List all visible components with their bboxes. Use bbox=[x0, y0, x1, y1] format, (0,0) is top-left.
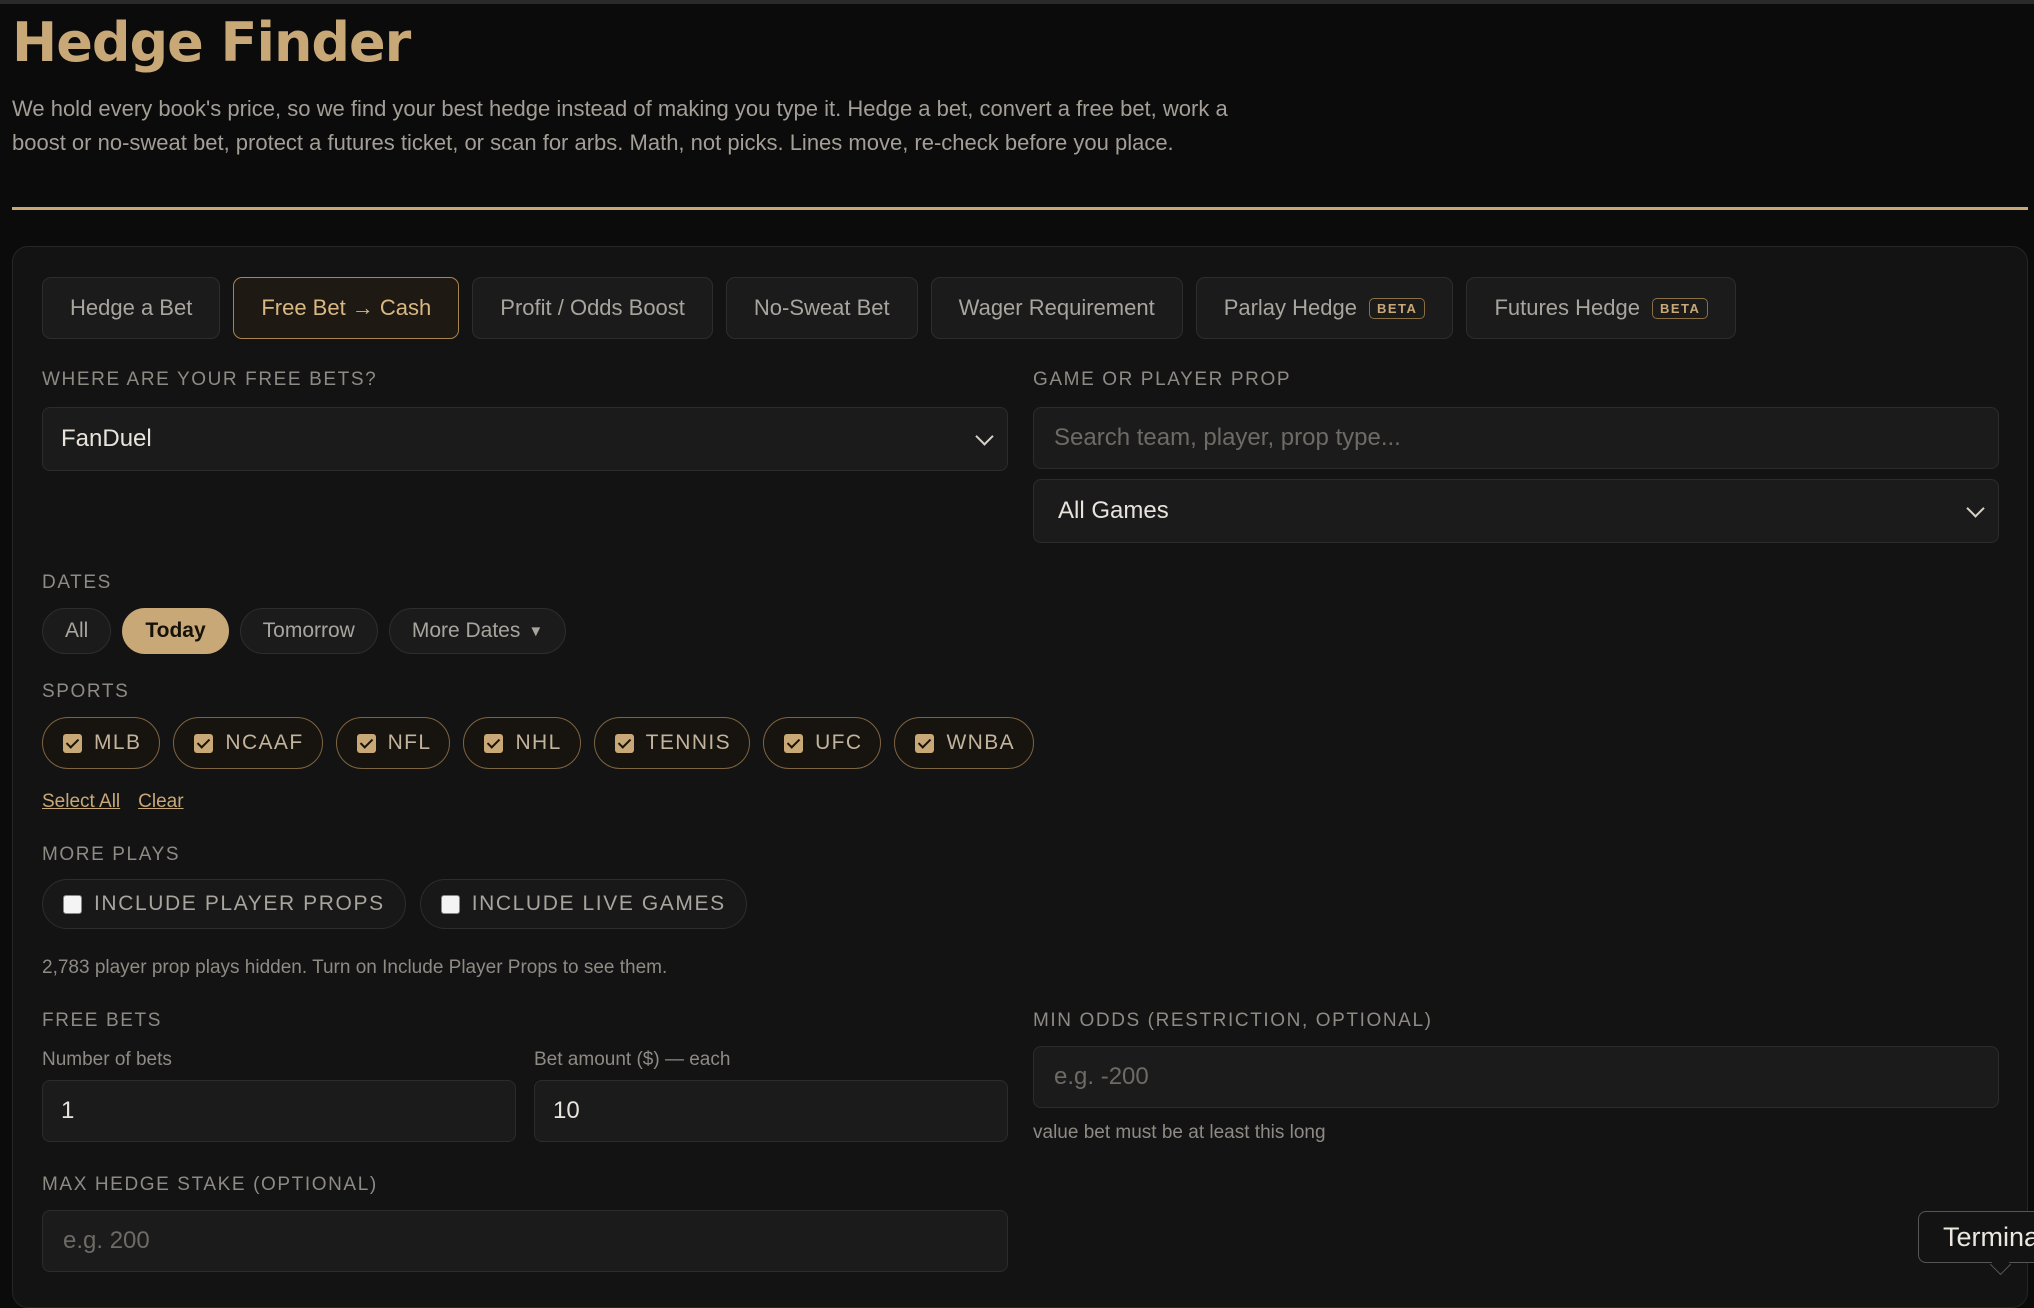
tab-label: Hedge a Bet bbox=[70, 295, 193, 320]
book-select[interactable]: FanDuel bbox=[42, 407, 1008, 471]
bet-amount-label: Bet amount ($) — each bbox=[534, 1049, 731, 1070]
tab-label: Parlay Hedge bbox=[1223, 295, 1357, 320]
sport-label: NFL bbox=[387, 731, 432, 754]
page-title: Hedge Finder bbox=[12, 11, 411, 74]
checkbox-checked-icon[interactable] bbox=[915, 733, 935, 753]
sport-chip-ncaaf[interactable]: NCAAF bbox=[173, 717, 323, 769]
tab-free-bet-cash[interactable]: Free Bet → Cash bbox=[233, 277, 460, 339]
page-header: Hedge Finder We hold every book's price,… bbox=[12, 10, 2028, 160]
more-plays-options: INCLUDE PLAYER PROPS INCLUDE LIVE GAMES bbox=[42, 879, 747, 929]
sport-chip-tennis[interactable]: TENNIS bbox=[593, 717, 751, 769]
bet-count-value: 1 bbox=[61, 1097, 75, 1124]
max-hedge-label: MAX HEDGE STAKE (OPTIONAL) bbox=[42, 1174, 378, 1195]
sport-label: WNBA bbox=[946, 731, 1016, 754]
checkbox-checked-icon[interactable] bbox=[614, 733, 634, 753]
tab-hedge-a-bet[interactable]: Hedge a Bet bbox=[42, 277, 221, 339]
game-search-input[interactable] bbox=[1033, 407, 1999, 469]
max-hedge-field[interactable] bbox=[61, 1226, 989, 1256]
hedge-panel: Hedge a Bet Free Bet → Cash Profit / Odd… bbox=[12, 246, 2028, 1308]
sport-filters: MLB NCAAF NFL NHL TENNIS UFC WNBA bbox=[42, 717, 1035, 769]
player-props-note: 2,783 player prop plays hidden. Turn on … bbox=[42, 957, 668, 978]
bet-amount-value: 10 bbox=[553, 1097, 580, 1124]
tab-label: Wager Requirement bbox=[958, 295, 1155, 320]
max-hedge-input[interactable] bbox=[42, 1210, 1008, 1272]
more-plays-label: MORE PLAYS bbox=[42, 844, 181, 865]
tab-profit-odds-boost[interactable]: Profit / Odds Boost bbox=[472, 277, 713, 339]
book-select-value: FanDuel bbox=[61, 425, 152, 452]
checkbox-checked-icon[interactable] bbox=[356, 733, 376, 753]
caret-down-icon: ▼ bbox=[528, 622, 544, 640]
bet-amount-input[interactable]: 10 bbox=[534, 1080, 1008, 1142]
sport-chip-nhl[interactable]: NHL bbox=[463, 717, 581, 769]
more-dates-label: More Dates bbox=[411, 619, 521, 642]
tab-label: Futures Hedge bbox=[1494, 295, 1640, 320]
sport-chip-nfl[interactable]: NFL bbox=[335, 717, 451, 769]
sport-label: TENNIS bbox=[645, 731, 732, 754]
tab-label: No-Sweat Bet bbox=[753, 295, 890, 320]
option-label: INCLUDE PLAYER PROPS bbox=[94, 892, 385, 915]
min-odds-hint: value bet must be at least this long bbox=[1033, 1122, 1326, 1143]
date-filters: All Today Tomorrow More Dates ▼ bbox=[42, 608, 567, 654]
tab-futures-hedge[interactable]: Futures Hedge BETA bbox=[1466, 277, 1737, 339]
games-select[interactable]: All Games bbox=[1033, 479, 1999, 543]
sport-chip-wnba[interactable]: WNBA bbox=[894, 717, 1035, 769]
date-tomorrow-button[interactable]: Tomorrow bbox=[239, 608, 378, 654]
sport-label: NCAAF bbox=[225, 731, 304, 754]
game-label: GAME OR PLAYER PROP bbox=[1033, 369, 1292, 390]
beta-badge: BETA bbox=[1369, 297, 1426, 319]
sport-actions: Select All Clear bbox=[42, 791, 184, 813]
checkbox-unchecked-icon[interactable] bbox=[63, 894, 82, 914]
include-live-games-toggle[interactable]: INCLUDE LIVE GAMES bbox=[419, 879, 747, 929]
free-bets-label: FREE BETS bbox=[42, 1010, 162, 1031]
more-dates-button[interactable]: More Dates ▼ bbox=[388, 608, 567, 654]
sport-chip-ufc[interactable]: UFC bbox=[763, 717, 882, 769]
sport-label: MLB bbox=[94, 731, 142, 754]
top-border bbox=[0, 0, 2034, 4]
page-subtitle: We hold every book's price, so we find y… bbox=[12, 96, 1228, 155]
games-select-value: All Games bbox=[1058, 497, 1169, 524]
tab-no-sweat-bet[interactable]: No-Sweat Bet bbox=[725, 277, 918, 339]
sport-chip-mlb[interactable]: MLB bbox=[42, 717, 161, 769]
checkbox-checked-icon[interactable] bbox=[484, 733, 504, 753]
select-all-link[interactable]: Select All bbox=[42, 791, 120, 813]
checkbox-unchecked-icon[interactable] bbox=[440, 894, 460, 914]
terminal-tooltip: Termina bbox=[1918, 1211, 2034, 1263]
clear-link[interactable]: Clear bbox=[138, 791, 183, 813]
sport-label: NHL bbox=[515, 731, 562, 754]
bet-count-input[interactable]: 1 bbox=[42, 1080, 516, 1142]
sports-label: SPORTS bbox=[42, 681, 130, 702]
date-all-button[interactable]: All bbox=[42, 608, 112, 654]
beta-badge: BETA bbox=[1651, 297, 1709, 319]
min-odds-input[interactable] bbox=[1033, 1046, 1999, 1108]
tab-label: Profit / Odds Boost bbox=[500, 295, 685, 320]
min-odds-field[interactable] bbox=[1052, 1062, 1980, 1092]
bet-count-label: Number of bets bbox=[42, 1049, 172, 1070]
book-label: WHERE ARE YOUR FREE BETS? bbox=[42, 369, 378, 390]
header-divider bbox=[12, 207, 2028, 210]
tab-label: Free Bet → Cash bbox=[261, 295, 432, 320]
chevron-down-icon bbox=[1966, 499, 1985, 518]
checkbox-checked-icon[interactable] bbox=[784, 733, 804, 753]
chevron-down-icon bbox=[975, 427, 994, 446]
checkbox-checked-icon[interactable] bbox=[63, 733, 82, 753]
mode-tabs: Hedge a Bet Free Bet → Cash Profit / Odd… bbox=[42, 277, 1737, 339]
sport-label: UFC bbox=[815, 731, 863, 754]
include-player-props-toggle[interactable]: INCLUDE PLAYER PROPS bbox=[42, 879, 406, 929]
date-today-button[interactable]: Today bbox=[122, 608, 229, 654]
option-label: INCLUDE LIVE GAMES bbox=[471, 892, 726, 915]
dates-label: DATES bbox=[42, 572, 112, 593]
min-odds-label: MIN ODDS (RESTRICTION, OPTIONAL) bbox=[1033, 1010, 1433, 1031]
checkbox-checked-icon[interactable] bbox=[194, 733, 214, 753]
tab-parlay-hedge[interactable]: Parlay Hedge BETA bbox=[1195, 277, 1454, 339]
game-search-field[interactable] bbox=[1052, 423, 1980, 453]
tab-wager-requirement[interactable]: Wager Requirement bbox=[930, 277, 1183, 339]
